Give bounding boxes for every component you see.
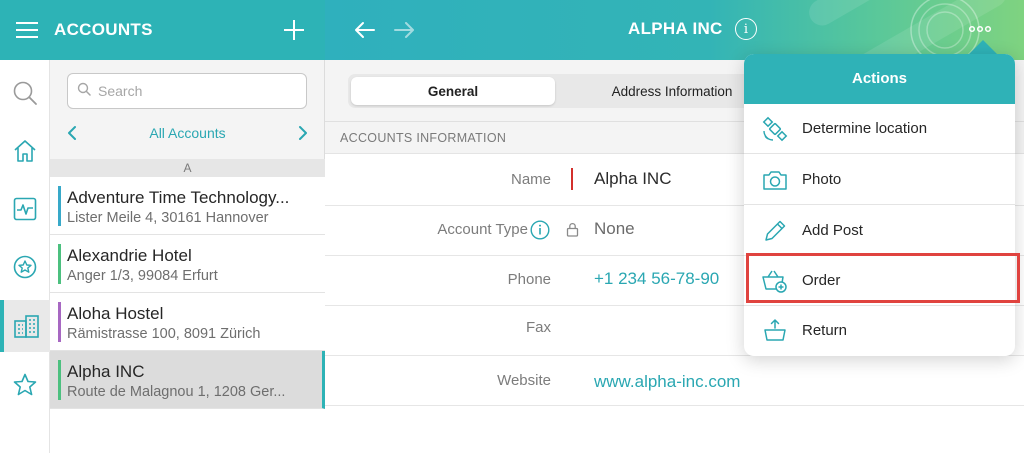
field-label: Website <box>497 372 551 389</box>
list-item-name: Aloha Hostel <box>67 304 164 323</box>
basket-add-icon <box>761 267 789 295</box>
field-row[interactable] <box>325 406 1024 453</box>
list-item-address: Anger 1/3, 99084 Erfurt <box>67 268 218 284</box>
activity-icon[interactable] <box>0 184 50 234</box>
search-icon[interactable] <box>0 68 50 118</box>
accounts-building-icon[interactable] <box>0 300 50 352</box>
nav-rail <box>0 60 50 453</box>
field-label: Account Type <box>437 221 528 238</box>
filter-row: All Accounts <box>50 120 325 146</box>
list-item-selected[interactable]: Alpha INC Route de Malagnou 1, 1208 Ger.… <box>50 351 325 409</box>
action-order[interactable]: Order <box>744 256 1015 306</box>
list-item[interactable]: Adventure Time Technology... Lister Meil… <box>50 177 325 235</box>
list-item-address: Rämistrasse 100, 8091 Zürich <box>67 326 261 342</box>
arrow-right-icon[interactable] <box>388 14 422 46</box>
list-item-name: Alexandrie Hotel <box>67 246 192 265</box>
accounts-list-panel: All Accounts A Adventure Time Technology… <box>50 60 325 453</box>
list-item-address: Route de Malagnou 1, 1208 Ger... <box>67 384 286 400</box>
field-row-website[interactable]: Website www.alpha-inc.com <box>325 356 1024 406</box>
chevron-right-icon[interactable] <box>295 124 311 142</box>
star-person-icon[interactable] <box>0 360 50 410</box>
tab-general[interactable]: General <box>351 77 555 105</box>
color-bar <box>58 186 61 226</box>
list-item[interactable]: Alexandrie Hotel Anger 1/3, 99084 Erfurt <box>50 235 325 293</box>
accounts-header: ACCOUNTS <box>0 0 325 60</box>
list-item[interactable]: Aloha Hostel Rämistrasse 100, 8091 Züric… <box>50 293 325 351</box>
color-bar <box>58 302 61 342</box>
search-input[interactable] <box>98 83 298 99</box>
section-letter: A <box>50 159 325 177</box>
action-label: Order <box>802 272 841 289</box>
app-window: ACCOUNTS ALPHA INC i Search All Accounts… <box>0 0 1024 453</box>
basket-return-icon <box>761 317 789 345</box>
home-icon[interactable] <box>0 126 50 176</box>
list-item-address: Lister Meile 4, 30161 Hannover <box>67 210 269 226</box>
search-box[interactable] <box>67 73 307 109</box>
field-label: Fax <box>525 319 551 336</box>
pencil-icon <box>761 217 789 245</box>
action-add-post[interactable]: Add Post <box>744 206 1015 256</box>
action-label: Return <box>802 322 848 339</box>
popover-arrow <box>968 40 998 55</box>
segmented-control: General Address Information <box>348 74 788 108</box>
list-item-name: Alpha INC <box>67 362 145 381</box>
hamburger-icon[interactable] <box>0 0 54 60</box>
satellite-icon <box>761 115 789 143</box>
action-label: Determine location <box>802 120 928 137</box>
list-item-name: Adventure Time Technology... <box>67 188 290 207</box>
website-link[interactable]: www.alpha-inc.com <box>594 372 740 392</box>
filter-label[interactable]: All Accounts <box>50 125 325 141</box>
field-value[interactable]: Alpha INC <box>594 169 671 189</box>
action-photo[interactable]: Photo <box>744 155 1015 205</box>
field-label: Name <box>510 171 551 188</box>
actions-title: Actions <box>744 54 1015 104</box>
color-bar <box>58 360 61 400</box>
field-label: Phone <box>507 271 551 288</box>
search-icon <box>77 82 91 101</box>
arrow-left-icon[interactable] <box>347 14 381 46</box>
phone-link[interactable]: +1 234 56-78-90 <box>594 269 719 289</box>
required-indicator <box>571 168 573 190</box>
more-dots-icon[interactable] <box>965 18 995 40</box>
action-determine-location[interactable]: Determine location <box>744 104 1015 154</box>
record-header: ALPHA INC i <box>325 0 1024 60</box>
action-label: Photo <box>802 171 842 188</box>
color-bar <box>58 244 61 284</box>
info-icon[interactable] <box>530 220 550 245</box>
actions-popover: Actions Determine location Photo Add Pos… <box>744 54 1015 356</box>
list-item[interactable] <box>50 409 325 453</box>
action-return[interactable]: Return <box>744 306 1015 356</box>
star-circle-icon[interactable] <box>0 242 50 292</box>
plus-icon[interactable] <box>263 0 325 60</box>
camera-icon <box>761 166 789 194</box>
record-title: ALPHA INC <box>628 19 723 38</box>
info-icon[interactable]: i <box>735 18 757 40</box>
action-label: Add Post <box>802 222 863 239</box>
accounts-title: ACCOUNTS <box>54 20 153 39</box>
lock-icon <box>566 222 579 242</box>
field-value[interactable]: None <box>594 219 635 239</box>
